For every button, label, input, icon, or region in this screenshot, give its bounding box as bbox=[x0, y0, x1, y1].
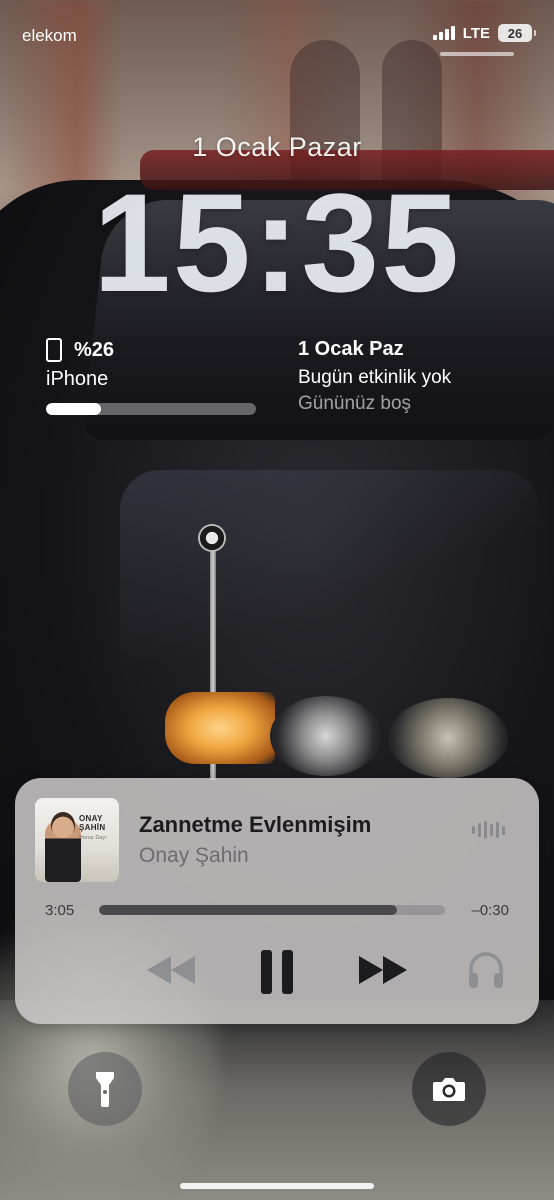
calendar-widget[interactable]: 1 Ocak Paz Bugün etkinlik yok Gününüz bo… bbox=[298, 338, 538, 415]
playback-progress-fill bbox=[99, 905, 397, 915]
status-bar-underline bbox=[440, 52, 514, 56]
track-title: Zannetme Evlenmişim bbox=[139, 812, 372, 837]
battery-widget-header: %26 bbox=[46, 338, 258, 362]
status-indicators: LTE 26 bbox=[432, 24, 536, 42]
battery-device-label: iPhone bbox=[46, 368, 109, 390]
signal-icon bbox=[432, 26, 455, 40]
battery-icon: 26 bbox=[498, 24, 536, 42]
waveform-icon bbox=[472, 820, 505, 840]
network-type-label: LTE bbox=[462, 24, 490, 42]
wallpaper-car-hood bbox=[120, 470, 540, 700]
camera-button[interactable] bbox=[412, 1052, 486, 1126]
headphones-icon bbox=[469, 952, 503, 988]
now-playing-card[interactable]: ONAY ŞAHİN Horoz Dayı Zannetme Evlenmişi… bbox=[15, 778, 539, 1024]
battery-level-bar bbox=[46, 403, 256, 415]
remaining-time: –0:30 bbox=[471, 902, 509, 919]
backward-icon bbox=[147, 956, 195, 984]
forward-icon bbox=[359, 956, 407, 984]
pause-button[interactable] bbox=[255, 948, 299, 996]
battery-level-label: 26 bbox=[507, 25, 523, 41]
playback-scrubber[interactable] bbox=[99, 905, 445, 915]
lock-screen-date[interactable]: 1 Ocak Pazar bbox=[0, 132, 554, 163]
home-indicator[interactable] bbox=[180, 1183, 374, 1189]
album-art-text: ONAY ŞAHİN Horoz Dayı bbox=[79, 814, 119, 843]
flashlight-button[interactable] bbox=[68, 1052, 142, 1126]
track-artist: Onay Şahin bbox=[139, 844, 249, 867]
iphone-icon bbox=[46, 338, 62, 362]
camera-icon bbox=[433, 1078, 465, 1101]
album-art-head bbox=[51, 812, 75, 838]
wallpaper-car-headlight bbox=[388, 698, 508, 778]
rewind-button[interactable] bbox=[145, 948, 197, 992]
album-art[interactable]: ONAY ŞAHİN Horoz Dayı bbox=[35, 798, 119, 882]
battery-widget[interactable]: %26 iPhone bbox=[46, 338, 258, 415]
battery-percent-label: %26 bbox=[74, 338, 115, 361]
forward-button[interactable] bbox=[357, 948, 409, 992]
battery-level-fill bbox=[46, 403, 101, 415]
wallpaper-car-indicator-light bbox=[165, 692, 275, 764]
calendar-events-label: Bugün etkinlik yok bbox=[298, 367, 452, 388]
status-bar: elekom LTE 26 bbox=[0, 0, 554, 60]
lock-screen-clock[interactable]: 15:35 bbox=[0, 168, 554, 318]
flashlight-icon bbox=[96, 1072, 114, 1107]
elapsed-time: 3:05 bbox=[45, 902, 75, 919]
calendar-status-label: Gününüz boş bbox=[298, 393, 412, 414]
wallpaper-car-headlight bbox=[270, 696, 382, 776]
calendar-date-label: 1 Ocak Paz bbox=[298, 338, 404, 360]
pause-icon bbox=[261, 950, 293, 994]
audio-output-button[interactable] bbox=[463, 948, 509, 992]
carrier-label: elekom bbox=[22, 26, 77, 45]
album-art-title: ONAY ŞAHİN bbox=[79, 814, 106, 832]
wallpaper-car-badge bbox=[198, 524, 226, 552]
album-art-subtitle: Horoz Dayı bbox=[79, 835, 108, 841]
